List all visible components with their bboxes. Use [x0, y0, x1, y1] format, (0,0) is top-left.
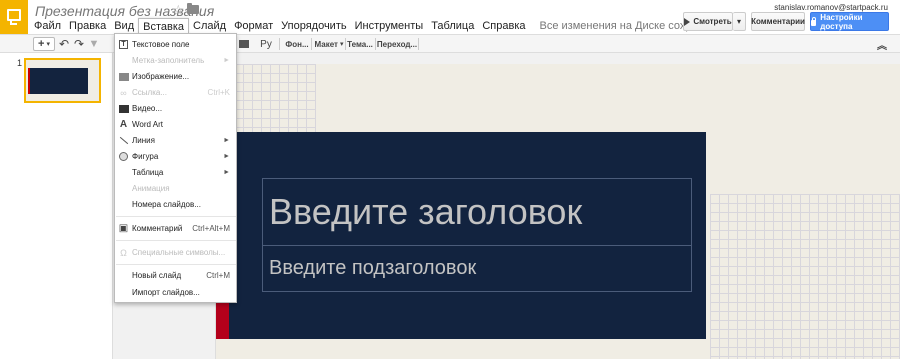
menu-item-text-box[interactable]: T Текстовое поле: [115, 37, 236, 52]
slide[interactable]: Введите заголовок Введите подзаголовок: [215, 64, 900, 359]
present-options-button[interactable]: ▾: [733, 12, 746, 31]
slide-thumbnail[interactable]: [24, 58, 101, 103]
menu-item-placeholder[interactable]: Метка-заполнитель ►: [115, 53, 236, 68]
menu-divider: [116, 264, 236, 265]
menu-item-link[interactable]: ∞ Ссылка... Ctrl+K: [115, 85, 236, 100]
menu-item-animation[interactable]: Анимация: [115, 181, 236, 196]
transition-button[interactable]: Переход...: [377, 37, 417, 51]
user-email[interactable]: stanislav.romanov@startpack.ru: [774, 3, 888, 12]
slides-logo-icon[interactable]: [0, 0, 28, 34]
chevron-down-icon: ▾: [736, 17, 741, 26]
theme-button[interactable]: Тема...: [347, 37, 373, 51]
image-icon: [118, 72, 129, 82]
comment-icon: ▣: [118, 223, 129, 234]
menu-help[interactable]: Справка: [478, 18, 529, 34]
word-art-icon: A: [119, 119, 128, 130]
menu-view[interactable]: Вид: [110, 18, 138, 34]
present-button[interactable]: Смотреть: [683, 12, 733, 31]
slide-number: 1: [17, 58, 23, 68]
menu-item-shape[interactable]: Фигура ►: [115, 149, 236, 164]
menu-item-image[interactable]: Изображение...: [115, 69, 236, 84]
lock-icon: [811, 16, 817, 26]
new-slide-button[interactable]: + ▾: [33, 37, 55, 51]
menu-slide[interactable]: Слайд: [189, 18, 230, 34]
menu-tools[interactable]: Инструменты: [351, 18, 428, 34]
paint-format-icon[interactable]: ▼: [88, 37, 100, 51]
text-box-icon: T: [118, 40, 129, 50]
menu-item-import-slides[interactable]: Импорт слайдов...: [115, 285, 236, 300]
input-tools-button[interactable]: Ру: [256, 37, 276, 51]
star-icon[interactable]: ☆: [172, 2, 185, 19]
folder-icon[interactable]: [187, 3, 199, 14]
comments-button[interactable]: Комментарии: [751, 12, 805, 31]
share-button[interactable]: Настройки доступа: [810, 12, 889, 31]
menu-item-special-chars[interactable]: Ω Специальные символы...: [115, 245, 236, 260]
menu-item-video[interactable]: Видео...: [115, 101, 236, 116]
menu-item-table[interactable]: Таблица ►: [115, 165, 236, 180]
menu-edit[interactable]: Правка: [65, 18, 110, 34]
play-icon: [684, 17, 691, 26]
subtitle-placeholder[interactable]: Введите подзаголовок: [262, 245, 692, 292]
toolbar-divider: [311, 38, 312, 50]
toolbar-divider: [345, 38, 346, 50]
submenu-arrow-icon: ►: [223, 137, 230, 144]
menu-item-word-art[interactable]: A Word Art: [115, 117, 236, 132]
layout-button[interactable]: Макет ▾: [314, 37, 344, 51]
toolbar-divider: [418, 38, 419, 50]
menu-item-slide-numbers[interactable]: Номера слайдов...: [115, 197, 236, 212]
menu-bar: Файл Правка Вид Вставка Слайд Формат Упо…: [30, 17, 724, 35]
menu-item-line[interactable]: Линия ►: [115, 133, 236, 148]
menu-item-comment[interactable]: ▣ Комментарий Ctrl+Alt+M: [115, 221, 236, 236]
line-icon: [118, 136, 129, 146]
undo-icon[interactable]: ↶: [58, 37, 70, 51]
menu-table[interactable]: Таблица: [427, 18, 478, 34]
submenu-arrow-icon: ►: [223, 153, 230, 160]
link-icon: ∞: [120, 87, 127, 98]
shape-icon: [118, 152, 129, 162]
menu-divider: [116, 240, 236, 241]
grid-pattern: [710, 194, 900, 359]
insert-menu: T Текстовое поле Метка-заполнитель ► Изо…: [114, 33, 237, 303]
menu-divider: [116, 216, 236, 217]
menu-insert[interactable]: Вставка: [138, 17, 190, 35]
menu-item-new-slide[interactable]: Новый слайд Ctrl+M: [115, 268, 236, 283]
menu-arrange[interactable]: Упорядочить: [277, 18, 350, 34]
submenu-arrow-icon: ►: [223, 169, 230, 176]
background-button[interactable]: Фон...: [283, 37, 311, 51]
collapse-chevron-icon[interactable]: ︽: [876, 37, 888, 52]
redo-icon[interactable]: ↷: [73, 37, 85, 51]
menu-file[interactable]: Файл: [30, 18, 65, 34]
menu-format[interactable]: Формат: [230, 18, 277, 34]
omega-icon: Ω: [120, 247, 127, 258]
insert-image-icon[interactable]: [237, 37, 250, 51]
toolbar-divider: [375, 38, 376, 50]
submenu-arrow-icon: ►: [223, 57, 230, 64]
video-icon: [118, 104, 129, 114]
toolbar-divider: [279, 38, 280, 50]
title-placeholder[interactable]: Введите заголовок: [262, 178, 692, 246]
